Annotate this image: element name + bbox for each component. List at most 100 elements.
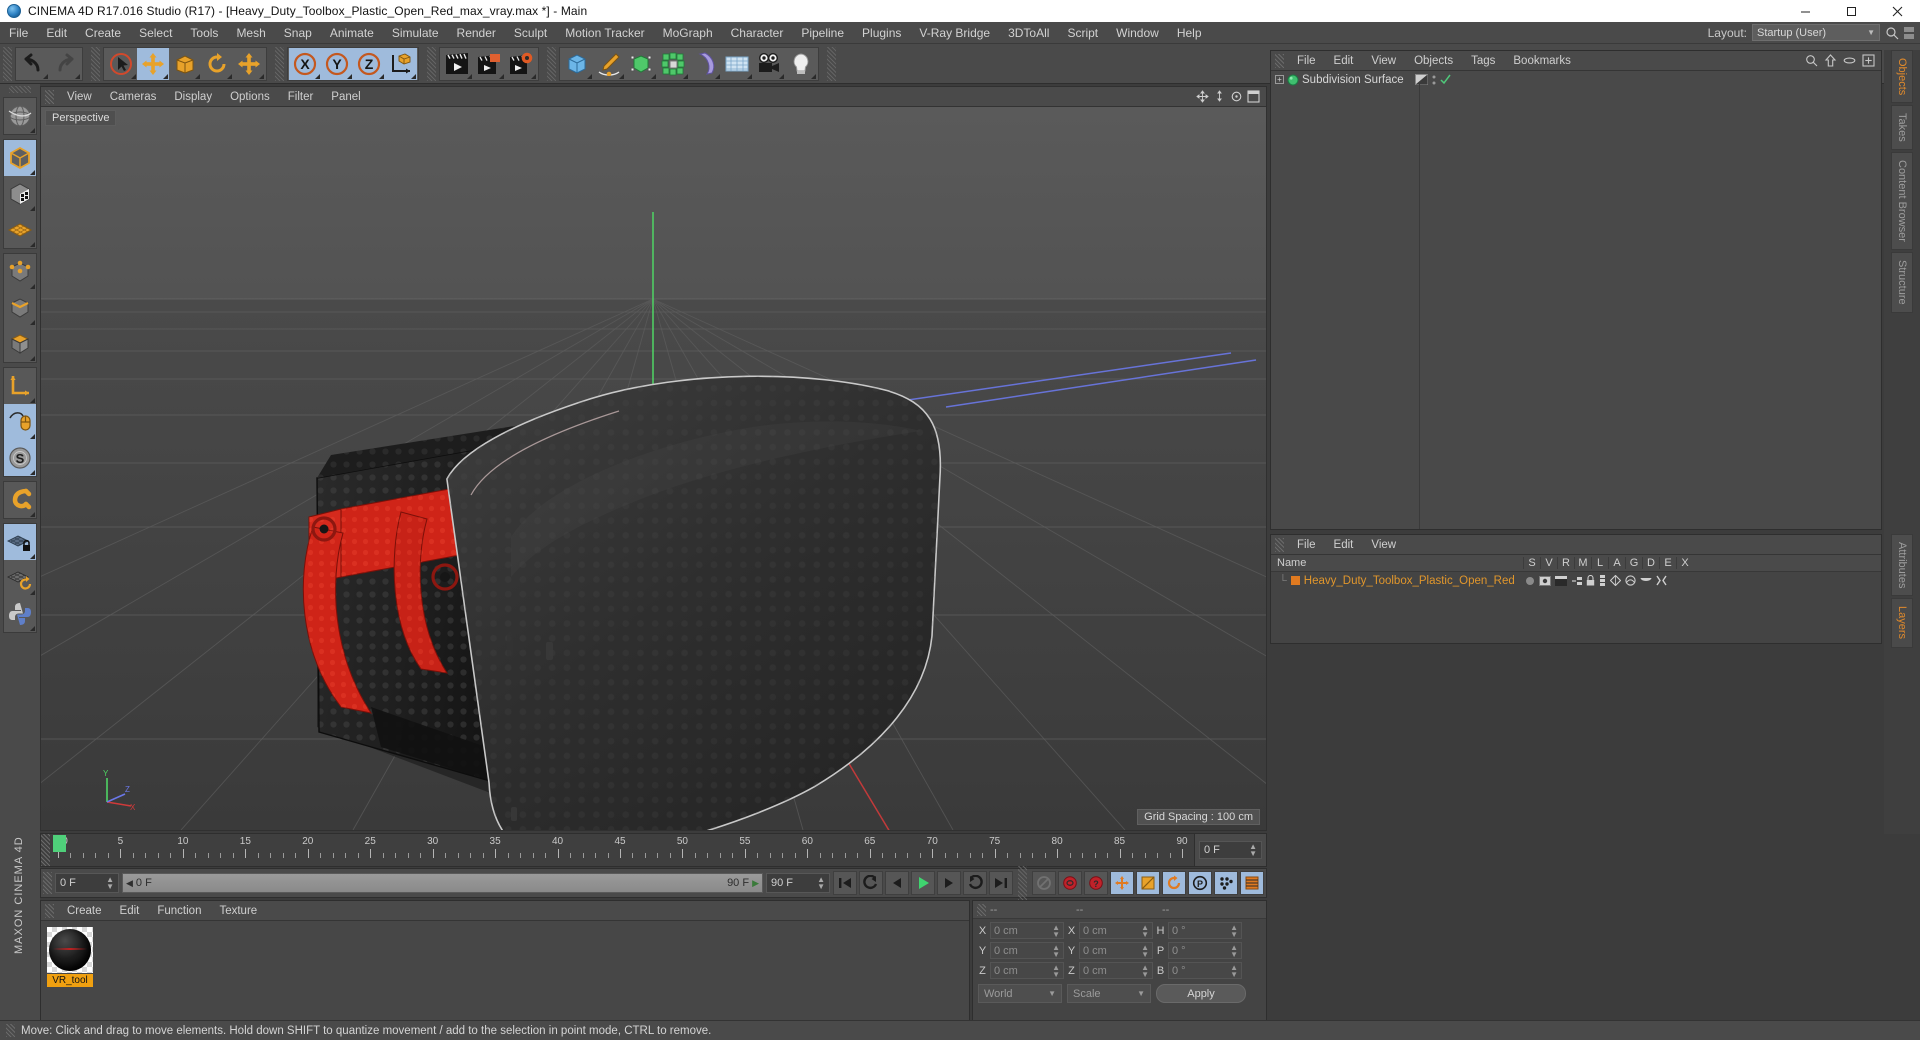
animation-icon[interactable]: [1599, 575, 1606, 586]
model-mode-button[interactable]: [4, 140, 36, 176]
layer-manager-menu-view[interactable]: View: [1362, 535, 1405, 555]
size-mode-dropdown[interactable]: Scale ▼: [1067, 984, 1151, 1003]
viewport-menu-options[interactable]: Options: [221, 87, 279, 107]
layer-column-d[interactable]: D: [1642, 557, 1659, 569]
close-button[interactable]: [1874, 0, 1920, 22]
phong-tag-icon[interactable]: [1414, 74, 1428, 85]
minimize-button[interactable]: [1782, 0, 1828, 22]
menu-item-sculpt[interactable]: Sculpt: [505, 22, 556, 44]
spinner-icon[interactable]: ▲ ▼: [106, 876, 114, 891]
scale-camera-icon[interactable]: [1213, 90, 1226, 103]
add-camera-object[interactable]: [753, 47, 785, 80]
viewport-menu-cameras[interactable]: Cameras: [101, 87, 166, 107]
toolbar-group-grip-4[interactable]: [827, 46, 836, 81]
object-tree-row[interactable]: + Subdivision Surface: [1271, 71, 1881, 88]
menu-item-mograph[interactable]: MoGraph: [654, 22, 722, 44]
move-duplicate-tool[interactable]: [233, 47, 265, 80]
manager-icon[interactable]: [1571, 576, 1582, 586]
play-button[interactable]: [911, 871, 935, 895]
view-icon[interactable]: [1539, 575, 1551, 586]
coordinates-size-field[interactable]: 0 cm ▲ ▼: [1079, 962, 1153, 979]
go-to-end-button[interactable]: [989, 871, 1013, 895]
coordinates-position-field[interactable]: 0 cm ▲ ▼: [990, 942, 1064, 959]
add-environment-object[interactable]: [721, 47, 753, 80]
plus-box-icon[interactable]: [1862, 54, 1875, 67]
layer-row[interactable]: └ Heavy_Duty_Toolbox_Plastic_Open_Red: [1271, 572, 1881, 589]
solo-dot-icon[interactable]: [1525, 576, 1535, 586]
texture-mode-button[interactable]: [4, 176, 36, 212]
coordinates-rotation-field[interactable]: 0 ° ▲ ▼: [1168, 922, 1242, 939]
status-bar-grip[interactable]: [6, 1024, 15, 1037]
redo-button[interactable]: [49, 47, 81, 80]
workplane-mode-button[interactable]: [4, 212, 36, 248]
visibility-dots-icon[interactable]: [1431, 74, 1437, 86]
menu-item-simulate[interactable]: Simulate: [383, 22, 448, 44]
step-forward-frame-button[interactable]: [937, 871, 961, 895]
right-tab-structure[interactable]: Structure: [1891, 251, 1913, 313]
live-selection-tool[interactable]: [105, 47, 137, 80]
spinner-icon[interactable]: ▲ ▼: [1052, 923, 1060, 938]
spinner-icon[interactable]: ▲ ▼: [1141, 943, 1149, 958]
object-manager-menu-edit[interactable]: Edit: [1325, 51, 1363, 71]
coordinates-rotation-field[interactable]: 0 ° ▲ ▼: [1168, 942, 1242, 959]
expression-icon[interactable]: [1640, 576, 1652, 585]
add-spline-object[interactable]: [593, 47, 625, 80]
enable-axis-modification-button[interactable]: [4, 404, 36, 440]
soft-selection-button[interactable]: S: [4, 440, 36, 476]
object-axis-mode-button[interactable]: [4, 368, 36, 404]
menu-item-character[interactable]: Character: [722, 22, 793, 44]
toolbar-group-grip-3[interactable]: [547, 46, 556, 81]
material-manager-menu-edit[interactable]: Edit: [111, 901, 149, 921]
coordinates-grip[interactable]: [977, 903, 986, 916]
step-back-frame-button[interactable]: [885, 871, 909, 895]
y-axis-lock[interactable]: Y: [321, 47, 353, 80]
layer-column-l[interactable]: L: [1591, 557, 1608, 569]
layer-column-x[interactable]: X: [1676, 557, 1693, 569]
object-tree[interactable]: + Subdivision Surface: [1271, 71, 1881, 529]
menu-item-snap[interactable]: Snap: [275, 22, 321, 44]
step-forward-keyframe-button[interactable]: [963, 871, 987, 895]
move-camera-icon[interactable]: [1196, 90, 1209, 103]
search-icon[interactable]: [1805, 54, 1818, 67]
material-list[interactable]: VR_tool: [41, 921, 969, 1021]
search-icon[interactable]: [1885, 26, 1899, 40]
rotate-camera-icon[interactable]: [1230, 90, 1243, 103]
coordinates-position-field[interactable]: 0 cm ▲ ▼: [990, 922, 1064, 939]
layer-color-swatch[interactable]: [1290, 576, 1300, 585]
viewport-3d-canvas[interactable]: Perspective Grid Spacing : 100 cm Y X Z: [41, 107, 1266, 830]
apply-button[interactable]: Apply: [1156, 984, 1246, 1003]
timeline-current-frame-field[interactable]: 0 F ▲ ▼: [1199, 841, 1262, 859]
add-cube-object[interactable]: [561, 47, 593, 80]
spinner-icon[interactable]: ▲ ▼: [1141, 923, 1149, 938]
material-manager-menu-texture[interactable]: Texture: [210, 901, 266, 921]
spinner-icon[interactable]: ▲ ▼: [1230, 923, 1238, 938]
menu-item-file[interactable]: File: [0, 22, 37, 44]
record-active-objects-button[interactable]: [1032, 871, 1056, 895]
scrub-left-arrow-icon[interactable]: ◀: [126, 878, 133, 889]
up-arrow-icon[interactable]: [1824, 54, 1837, 67]
scrub-right-arrow-icon[interactable]: ▶: [752, 878, 759, 889]
magnet-tool-button[interactable]: [4, 482, 36, 518]
viewport-menu-filter[interactable]: Filter: [279, 87, 323, 107]
render-settings-button[interactable]: [505, 47, 537, 80]
xpresso-icon[interactable]: [1656, 575, 1667, 586]
point-level-animation-button[interactable]: [1214, 871, 1238, 895]
timeline-playhead[interactable]: [53, 835, 66, 852]
right-tab-layers[interactable]: Layers: [1891, 598, 1913, 648]
add-array-object[interactable]: [657, 47, 689, 80]
layer-column-name[interactable]: Name: [1271, 557, 1523, 569]
layer-manager-menu-edit[interactable]: Edit: [1325, 535, 1363, 555]
edges-mode-button[interactable]: [4, 290, 36, 326]
layer-column-g[interactable]: G: [1625, 557, 1642, 569]
right-tab-objects[interactable]: Objects: [1891, 50, 1913, 104]
menu-item-script[interactable]: Script: [1058, 22, 1107, 44]
timeline-scrub-bar[interactable]: ◀ 0 F 90 F ▶: [122, 873, 763, 893]
layer-manager-menu-file[interactable]: File: [1288, 535, 1325, 555]
go-to-start-button[interactable]: [833, 871, 857, 895]
rotation-key-button[interactable]: [1162, 871, 1186, 895]
menu-item-pipeline[interactable]: Pipeline: [792, 22, 853, 44]
position-key-button[interactable]: [1110, 871, 1134, 895]
points-mode-button[interactable]: [4, 254, 36, 290]
render-icon[interactable]: [1555, 575, 1567, 586]
material-manager-menu-create[interactable]: Create: [58, 901, 111, 921]
